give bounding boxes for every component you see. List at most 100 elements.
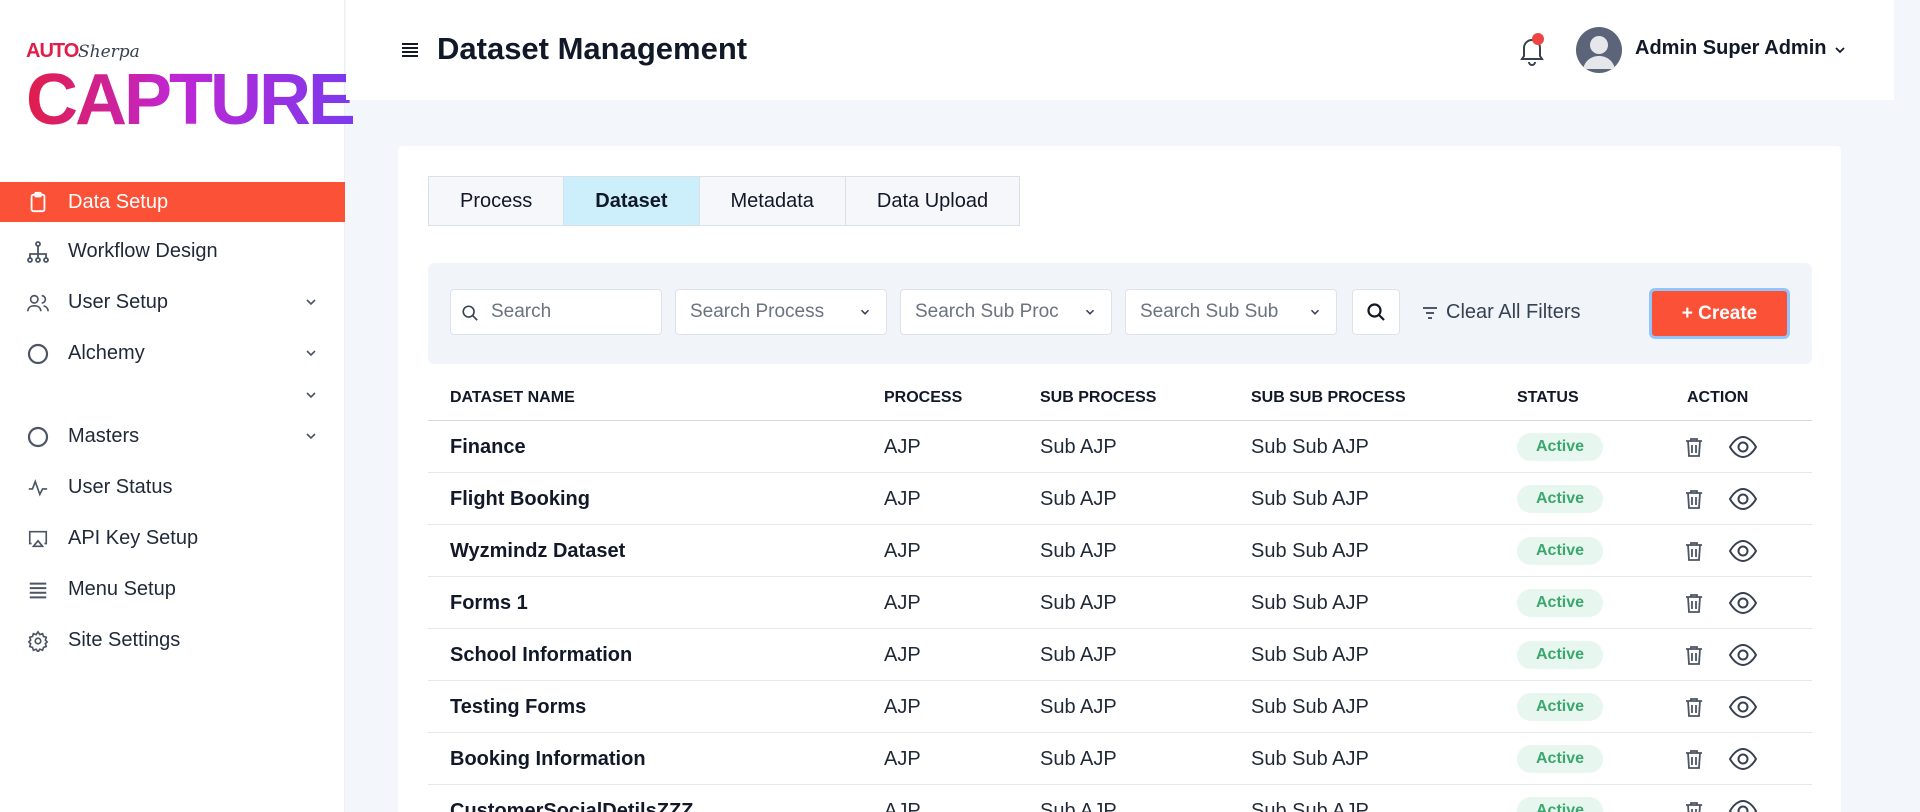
sub-process-placeholder: Search Sub Proc [915, 301, 1059, 322]
avatar[interactable] [1576, 27, 1622, 73]
circle-icon [26, 342, 50, 366]
process-select[interactable]: Search Process [675, 289, 887, 335]
trash-icon[interactable] [1682, 539, 1706, 563]
tab-data-upload[interactable]: Data Upload [846, 177, 1019, 225]
dataset-name-cell: Testing Forms [450, 696, 587, 718]
tab-process[interactable]: Process [429, 177, 565, 225]
status-badge: Active [1517, 485, 1603, 513]
search-button[interactable] [1352, 289, 1400, 335]
hamburger-menu-icon[interactable] [400, 40, 420, 60]
table-row[interactable]: Booking Information AJP Sub AJP Sub Sub AJP… [428, 733, 1812, 785]
sub-process-cell: Sub AJP [1040, 696, 1117, 718]
sub-sub-process-cell: Sub Sub AJP [1251, 644, 1369, 666]
trash-icon[interactable] [1682, 591, 1706, 615]
process-cell: AJP [884, 488, 921, 510]
chevron-down-icon[interactable] [303, 345, 319, 361]
trash-icon[interactable] [1682, 747, 1706, 771]
trash-icon[interactable] [1682, 643, 1706, 667]
logo-capture-text: CAPTURE [26, 60, 356, 140]
table-row[interactable]: Wyzmindz Dataset AJP Sub AJP Sub Sub AJP Act… [428, 525, 1812, 577]
eye-icon[interactable] [1728, 486, 1758, 512]
status-badge: Active [1517, 537, 1603, 565]
eye-icon[interactable] [1728, 798, 1758, 812]
eye-icon[interactable] [1728, 746, 1758, 772]
eye-icon[interactable] [1728, 434, 1758, 460]
process-cell: AJP [884, 592, 921, 614]
tab-metadata[interactable]: Metadata [700, 177, 846, 225]
process-cell: AJP [884, 800, 921, 812]
chevron-down-icon [860, 309, 870, 315]
sidebar-nav: Data Setup Workflow Design User Setup Al… [0, 182, 345, 666]
eye-icon[interactable] [1728, 590, 1758, 616]
hierarchy-icon [26, 240, 50, 264]
sidebar-item-label: Menu Setup [68, 578, 176, 600]
table-body: Finance AJP Sub AJP Sub Sub AJP Active Flight… [428, 421, 1812, 812]
chevron-down-icon[interactable] [303, 294, 319, 310]
sidebar-item-api-key-setup[interactable]: API Key Setup [0, 513, 345, 564]
column-header[interactable]: STATUS [1517, 389, 1579, 407]
notification-dot [1532, 33, 1544, 45]
circle-icon [26, 425, 50, 449]
dataset-name-cell: Finance [450, 436, 526, 458]
chevron-down-icon[interactable] [1832, 42, 1848, 58]
eye-icon[interactable] [1728, 538, 1758, 564]
table-row[interactable]: Forms 1 AJP Sub AJP Sub Sub AJP Active [428, 577, 1812, 629]
column-header[interactable]: SUB PROCESS [1040, 389, 1156, 407]
tab-dataset[interactable]: Dataset [564, 177, 700, 225]
trash-icon[interactable] [1682, 695, 1706, 719]
chevron-down-icon[interactable] [303, 428, 319, 444]
tab-bar: Process Dataset Metadata Data Upload [428, 176, 1021, 226]
brand-logo[interactable]: AUTO Sherpa CAPTURE [26, 36, 356, 140]
sidebar-item-label: Site Settings [68, 629, 181, 651]
eye-icon[interactable] [1728, 642, 1758, 668]
column-header[interactable]: SUB SUB PROCESS [1251, 389, 1406, 407]
sub-sub-process-cell: Sub Sub AJP [1251, 436, 1369, 458]
status-badge: Active [1517, 433, 1603, 461]
sub-sub-process-cell: Sub Sub AJP [1251, 540, 1369, 562]
user-name[interactable]: Admin Super Admin [1635, 37, 1826, 60]
status-badge: Active [1517, 797, 1603, 812]
table-header: DATASET NAME PROCESS SUB PROCESS SUB SUB… [428, 372, 1812, 421]
table-row[interactable]: Testing Forms AJP Sub AJP Sub Sub AJP Active [428, 681, 1812, 733]
sidebar-submenu-toggle[interactable] [0, 379, 345, 411]
sidebar-item-masters[interactable]: Masters [0, 411, 345, 462]
sidebar-item-label: Masters [68, 425, 140, 447]
sidebar-item-data-setup[interactable]: Data Setup [0, 182, 345, 222]
column-header[interactable]: DATASET NAME [450, 389, 575, 407]
status-badge: Active [1517, 641, 1603, 669]
sidebar-item-user-status[interactable]: User Status [0, 462, 345, 513]
sub-sub-process-cell: Sub Sub AJP [1251, 696, 1369, 718]
process-cell: AJP [884, 644, 921, 666]
table-row[interactable]: School Information AJP Sub AJP Sub Sub AJP A… [428, 629, 1812, 681]
sub-process-select[interactable]: Search Sub Proc [900, 289, 1112, 335]
sidebar-item-workflow-design[interactable]: Workflow Design [0, 226, 345, 277]
sub-sub-process-cell: Sub Sub AJP [1251, 488, 1369, 510]
sidebar-item-label: API Key Setup [68, 527, 199, 549]
sub-sub-process-select[interactable]: Search Sub Sub [1125, 289, 1337, 335]
trash-icon[interactable] [1682, 435, 1706, 459]
sidebar-item-site-settings[interactable]: Site Settings [0, 615, 345, 666]
table-row[interactable]: Finance AJP Sub AJP Sub Sub AJP Active [428, 421, 1812, 473]
process-cell: AJP [884, 540, 921, 562]
chevron-down-icon [1085, 309, 1095, 315]
process-cell: AJP [884, 696, 921, 718]
clear-filters-button[interactable]: Clear All Filters [1420, 301, 1580, 324]
sidebar: AUTO Sherpa CAPTURE Data Setup Workflow … [0, 0, 356, 812]
create-button[interactable]: + Create [1649, 288, 1790, 339]
search-input[interactable]: Search [450, 289, 662, 335]
sidebar-item-menu-setup[interactable]: Menu Setup [0, 564, 345, 615]
dataset-name-cell: Booking Information [450, 748, 646, 770]
chevron-down-icon[interactable] [303, 387, 319, 403]
trash-icon[interactable] [1682, 487, 1706, 511]
table-row[interactable]: Flight Booking AJP Sub AJP Sub Sub AJP Activ… [428, 473, 1812, 525]
column-header[interactable]: PROCESS [884, 389, 962, 407]
top-header: Dataset Management Admin Super Admin [346, 0, 1894, 100]
sub-process-cell: Sub AJP [1040, 592, 1117, 614]
sidebar-item-alchemy[interactable]: Alchemy [0, 328, 345, 379]
sidebar-item-user-setup[interactable]: User Setup [0, 277, 345, 328]
trash-icon[interactable] [1682, 799, 1706, 812]
sidebar-item-label: User Status [68, 476, 173, 498]
clipboard-icon [26, 190, 50, 214]
table-row[interactable]: CustomerSocialDetilsZZZ AJP Sub AJP Sub Sub… [428, 785, 1812, 812]
eye-icon[interactable] [1728, 694, 1758, 720]
